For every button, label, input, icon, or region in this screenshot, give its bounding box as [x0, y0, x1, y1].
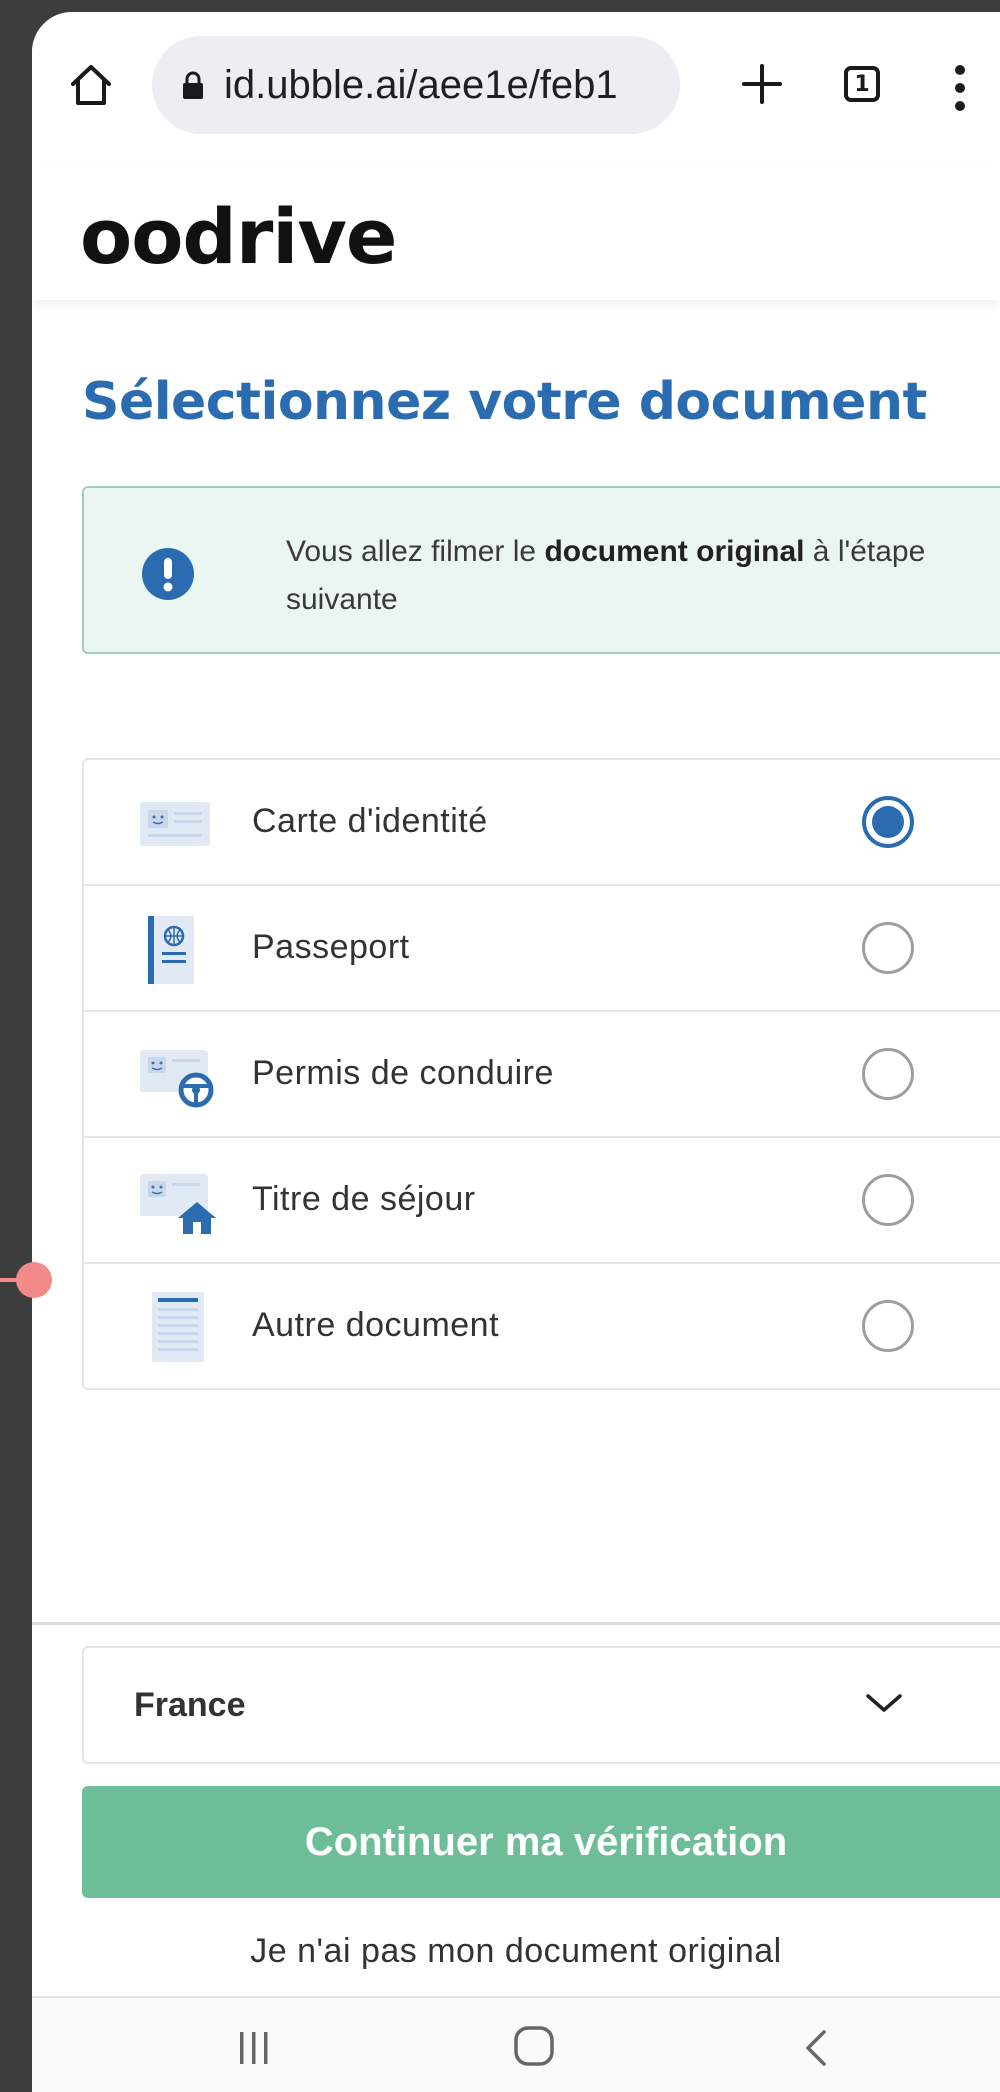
page-title: Sélectionnez votre document [82, 372, 927, 432]
edge-panel-handle[interactable] [16, 1262, 52, 1298]
radio-button[interactable] [862, 922, 914, 974]
recent-apps-icon[interactable] [234, 2028, 274, 2068]
url-text: id.ubble.ai/aee1e/feb1 [224, 62, 618, 107]
divider [32, 1622, 1000, 1625]
id-card-icon [140, 802, 210, 846]
document-option-driving-license[interactable]: Permis de conduire [84, 1012, 1000, 1138]
document-label: Autre document [252, 1306, 500, 1344]
new-tab-icon[interactable] [734, 56, 790, 112]
document-label: Permis de conduire [252, 1054, 554, 1092]
tab-switcher-button[interactable]: 1 [844, 66, 884, 106]
info-banner: Vous allez filmer le document original à… [82, 486, 1000, 654]
continue-button[interactable]: Continuer ma vérification [82, 1786, 1000, 1898]
oodrive-logo: oodrive [80, 192, 397, 281]
address-bar[interactable]: id.ubble.ai/aee1e/feb1 [152, 36, 680, 134]
document-option-other[interactable]: Autre document [84, 1264, 1000, 1388]
country-value: France [134, 1686, 246, 1724]
driving-license-icon [140, 1050, 214, 1108]
back-icon[interactable] [802, 2028, 830, 2068]
radio-button[interactable] [862, 1174, 914, 1226]
more-menu-icon[interactable] [948, 60, 972, 116]
radio-button-selected[interactable] [862, 796, 914, 848]
home-nav-icon[interactable] [512, 2024, 556, 2068]
country-select[interactable]: France [82, 1646, 1000, 1764]
document-option-id-card[interactable]: Carte d'identité [84, 760, 1000, 886]
document-type-list: Carte d'identité Passeport Permis de con… [82, 758, 1000, 1390]
exclamation-icon [142, 548, 194, 600]
radio-button[interactable] [862, 1048, 914, 1100]
lock-icon [183, 71, 203, 99]
document-label: Carte d'identité [252, 802, 488, 840]
other-document-icon [152, 1292, 204, 1362]
document-option-residence-permit[interactable]: Titre de séjour [84, 1138, 1000, 1264]
phone-screen: id.ubble.ai/aee1e/feb1 1 oodrive Sélecti… [32, 12, 1000, 2092]
site-header: oodrive [32, 164, 1000, 300]
document-option-passport[interactable]: Passeport [84, 886, 1000, 1012]
tab-count: 1 [844, 66, 880, 102]
no-original-document-link[interactable]: Je n'ai pas mon document original [32, 1932, 1000, 1971]
document-label: Passeport [252, 928, 410, 966]
info-text: Vous allez filmer le document original à… [286, 535, 926, 616]
home-icon[interactable] [68, 62, 114, 108]
radio-button[interactable] [862, 1300, 914, 1352]
document-label: Titre de séjour [252, 1180, 476, 1218]
residence-permit-icon [140, 1174, 216, 1234]
chevron-down-icon [866, 1694, 902, 1712]
passport-icon [148, 916, 194, 984]
system-navigation-bar [32, 1996, 1000, 2092]
browser-toolbar: id.ubble.ai/aee1e/feb1 1 [32, 12, 1000, 166]
